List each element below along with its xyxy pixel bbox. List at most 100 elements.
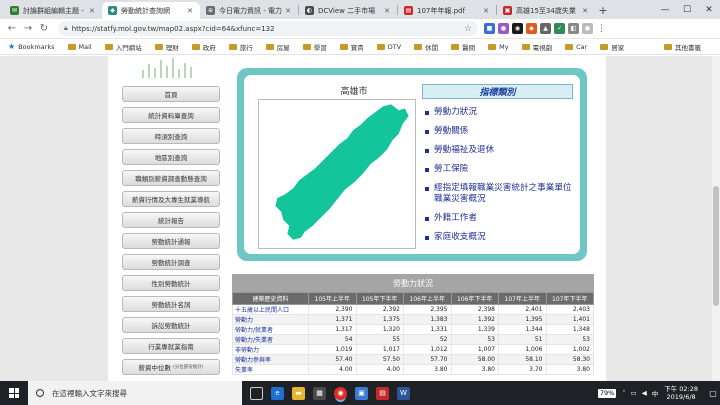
bookmark-folder[interactable]: My	[488, 43, 509, 51]
photos-icon[interactable]: ▣	[355, 386, 368, 400]
category-link[interactable]: 外籍工作者	[425, 213, 575, 224]
row-label[interactable]: 十五歲以上民間人口	[232, 304, 309, 315]
side-menu-button[interactable]: 勞動統計通報	[122, 233, 220, 249]
bookmark-folder[interactable]: 房屋	[265, 42, 290, 52]
new-tab-icon[interactable]: +	[595, 2, 611, 19]
browser-tab[interactable]: ▣ 高雄15至34歲失業 ✕	[497, 2, 595, 19]
side-menu-button[interactable]: 勞動統計調查	[122, 254, 220, 270]
bookmark-star-icon[interactable]: ☆	[464, 24, 472, 34]
start-button[interactable]	[0, 381, 28, 405]
address-bar[interactable]: 🔒︎ https://statfy.mol.gov.tw/map02.aspx?…	[58, 21, 478, 36]
map-region-shape[interactable]	[274, 103, 410, 241]
row-label[interactable]: 勞動力/就業者	[232, 324, 309, 335]
side-menu-button[interactable]: 薪資行情及大專生就業導航	[122, 191, 220, 207]
menu-kebab-icon[interactable]: ⋮	[596, 23, 607, 34]
side-menu-button[interactable]: 薪資中位數 (分位部份統計)	[122, 359, 220, 375]
tab-close-icon[interactable]: ✕	[383, 7, 391, 15]
ime-icon[interactable]: 中	[652, 388, 659, 398]
bookmark-folder[interactable]: 居家	[600, 42, 624, 52]
tab-close-icon[interactable]: ✕	[482, 7, 490, 15]
volume-icon[interactable]: ◀	[642, 389, 647, 397]
side-menu-button[interactable]: 地區別查詢	[122, 149, 220, 165]
back-icon[interactable]: ←	[4, 21, 20, 37]
browser-tab[interactable]: ◐ DCView 二手市場 ✕	[299, 2, 397, 19]
row-label[interactable]: 勞動力/失業者	[232, 334, 309, 345]
task-view-icon[interactable]	[250, 386, 263, 400]
bookmark-folder[interactable]: DTV	[376, 43, 401, 51]
bookmark-folder[interactable]: 旅行	[228, 42, 253, 52]
bookmark-folder[interactable]: 休閒	[414, 42, 438, 52]
row-label[interactable]: 勞動力參與率	[232, 354, 309, 365]
tab-close-icon[interactable]: ✕	[88, 7, 96, 15]
category-link[interactable]: 勞動福祉及退休	[425, 145, 575, 156]
extension-icon[interactable]: ●	[498, 23, 509, 34]
side-menu-button[interactable]: 統計資料庫查詢	[122, 107, 220, 123]
bookmark-folder[interactable]: 寶貴	[339, 42, 364, 52]
browser-tab[interactable]: ⊕ 今日電力資訊 - 電力 ✕	[200, 2, 298, 19]
category-link[interactable]: 勞動力狀況	[425, 107, 575, 118]
category-link[interactable]: 經指定填報職業災害統計之事業單位職業災害概況	[425, 183, 575, 205]
side-menu-button[interactable]: 職類別薪資調查動態查詢	[122, 170, 220, 186]
tab-close-icon[interactable]: ✕	[581, 7, 589, 15]
category-link[interactable]: 勞動關係	[425, 126, 575, 137]
side-menu-button[interactable]: 首頁	[122, 86, 220, 102]
file-explorer-icon[interactable]: ▬	[292, 386, 305, 400]
row-label[interactable]: 勞動力	[232, 314, 309, 325]
word-icon[interactable]: W	[397, 386, 410, 400]
bookmark-folder[interactable]: 醫問	[451, 42, 475, 52]
network-icon[interactable]: ▭	[631, 389, 637, 397]
browser-tab[interactable]: ✉ 討論群組編輯主題 - ✕	[4, 2, 102, 19]
forward-icon[interactable]: →	[20, 21, 36, 37]
side-menu-button[interactable]: 統計報告	[122, 212, 220, 228]
bookmark-folder[interactable]: 學習	[302, 42, 327, 52]
bookmark-folder[interactable]: 入門網站	[104, 42, 142, 52]
tray-up-icon[interactable]: ˄	[622, 389, 625, 397]
category-link[interactable]: 勞工保險	[425, 164, 575, 175]
row-label[interactable]: 非勞動力	[232, 344, 309, 355]
pdf-reader-icon[interactable]: ▤	[376, 386, 389, 400]
header-banner-decoration	[138, 56, 198, 78]
battery-indicator[interactable]: 79%	[597, 388, 617, 398]
extension-icon[interactable]: ✓	[554, 23, 565, 34]
bookmarks-label[interactable]: ★ Bookmarks	[8, 42, 55, 51]
browser-tab[interactable]: ▤ 107年年報.pdf ✕	[398, 2, 496, 19]
side-menu-button[interactable]: 行業專就業指南	[122, 338, 220, 354]
row-label[interactable]: 失業率	[232, 364, 309, 375]
close-window-icon[interactable]: ✕	[698, 0, 720, 19]
bookmark-folder[interactable]: 理財	[154, 42, 179, 52]
tab-close-icon[interactable]: ✕	[284, 7, 292, 15]
other-bookmarks[interactable]: 其他書籤	[664, 39, 701, 55]
store-icon[interactable]: ▦	[313, 386, 326, 400]
profile-avatar[interactable]: ●	[582, 23, 593, 34]
notification-icon[interactable]: ▢	[706, 381, 720, 405]
side-menu-button[interactable]: 時須別查詢	[122, 128, 220, 144]
page-scrollbar[interactable]	[712, 56, 720, 381]
kaohsiung-map[interactable]	[259, 100, 415, 248]
bookmark-folder[interactable]: 政府	[191, 42, 216, 52]
extension-icon[interactable]: ■	[484, 23, 495, 34]
taskbar-search[interactable]: 在這裡輸入文字來搜尋	[28, 381, 242, 405]
table-cell: 2,403	[545, 304, 594, 315]
browser-tab[interactable]: ◆ 勞動統計查詢網 ✕	[102, 2, 200, 19]
chrome-icon[interactable]: ◉	[334, 386, 347, 400]
extension-icon[interactable]: ◧	[568, 23, 579, 34]
table-cell: 51	[498, 334, 547, 345]
bookmark-folder[interactable]: Mail	[67, 43, 92, 51]
minimize-icon[interactable]: —	[654, 0, 676, 19]
side-menu-button[interactable]: 勞動統計名詞	[122, 296, 220, 312]
side-menu-button[interactable]: 性別勞動統計	[122, 275, 220, 291]
scrollbar-thumb[interactable]	[713, 186, 719, 306]
extension-icon[interactable]: ▲	[540, 23, 551, 34]
reload-icon[interactable]: ↻	[36, 21, 52, 37]
extension-icon[interactable]: ◆	[526, 23, 537, 34]
bookmark-folder[interactable]: 電視劇	[521, 42, 552, 52]
maximize-icon[interactable]: ☐	[676, 0, 698, 19]
clock[interactable]: 下午 02:28 2019/6/8	[664, 385, 698, 401]
table-cell: 1,002	[545, 344, 594, 355]
side-menu-button[interactable]: 訴訟勞動統計	[122, 317, 220, 333]
tab-close-icon[interactable]: ✕	[186, 7, 194, 15]
edge-icon[interactable]: e	[271, 386, 284, 400]
category-link[interactable]: 家庭收支概況	[425, 232, 575, 243]
extension-icon[interactable]: ◉	[512, 23, 523, 34]
bookmark-folder[interactable]: Car	[565, 43, 587, 51]
